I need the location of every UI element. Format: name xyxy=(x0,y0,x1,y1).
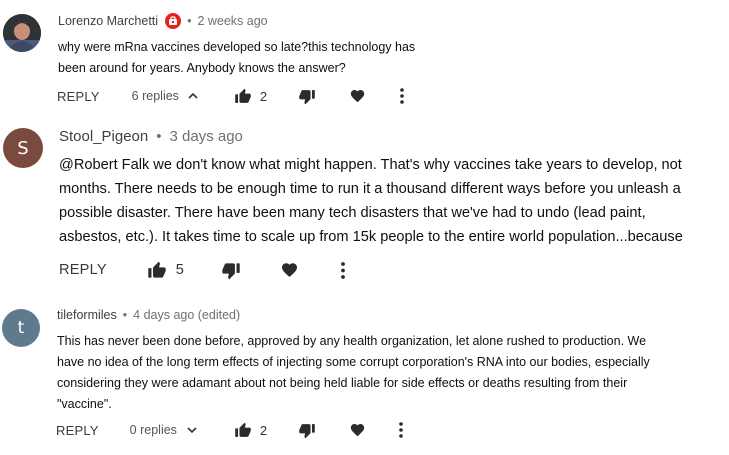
comment-3: t tileformiles • 4 days ago (edited) Thi… xyxy=(0,295,729,455)
replies-count: 6 replies xyxy=(131,89,179,103)
comment-text-line: considering they were adamant about not … xyxy=(57,376,628,390)
chevron-down-icon xyxy=(187,426,197,434)
more-button[interactable] xyxy=(399,422,403,438)
comment-text: This has never been done before, approve… xyxy=(57,331,650,415)
view-replies-button[interactable]: 6 replies xyxy=(132,89,198,103)
dislike-button[interactable] xyxy=(221,261,241,280)
reply-button[interactable]: REPLY xyxy=(56,423,99,438)
avatar[interactable]: t xyxy=(2,309,40,347)
timestamp[interactable]: 4 days ago (edited) xyxy=(133,308,240,322)
more-vertical-icon xyxy=(400,88,404,104)
comment-text-line: "vaccine". xyxy=(57,397,112,411)
thumb-down-icon xyxy=(222,262,240,279)
reply-button[interactable]: REPLY xyxy=(57,89,100,104)
like-button[interactable]: 5 xyxy=(147,261,184,280)
comment-header: Lorenzo Marchetti • 2 weeks ago xyxy=(58,13,268,29)
comment-text: @Robert Falk we don't know what might ha… xyxy=(59,153,683,249)
separator-dot: • xyxy=(122,308,128,322)
comment-text-line: possible disaster. There have been many … xyxy=(59,205,646,221)
comment-actions: REPLY 6 replies 2 xyxy=(57,87,404,105)
separator-dot: • xyxy=(187,14,192,28)
heart-icon xyxy=(281,263,297,278)
comment-actions: REPLY 0 replies 2 xyxy=(56,421,403,439)
timestamp[interactable]: 3 days ago xyxy=(170,128,243,145)
comment-2: S Stool_Pigeon • 3 days ago @Robert Falk… xyxy=(0,115,729,295)
profile-photo xyxy=(3,14,41,52)
timestamp[interactable]: 2 weeks ago xyxy=(197,14,267,28)
comment-text-line: asbestos, etc.). It takes time to scale … xyxy=(59,229,683,245)
like-button[interactable]: 2 xyxy=(234,422,267,439)
thumb-down-icon xyxy=(299,89,315,104)
comment-text-line: @Robert Falk we don't know what might ha… xyxy=(59,157,682,173)
author-name[interactable]: Lorenzo Marchetti xyxy=(58,14,158,28)
more-vertical-icon xyxy=(341,261,345,279)
like-count: 5 xyxy=(175,262,184,278)
heart-button[interactable] xyxy=(280,261,299,279)
author-name[interactable]: tileformiles xyxy=(57,308,117,322)
more-vertical-icon xyxy=(399,422,403,438)
heart-icon xyxy=(350,90,365,103)
thumb-up-icon xyxy=(148,261,166,278)
comment-text-line: months. There needs to be enough time to… xyxy=(59,181,681,197)
thumb-up-icon xyxy=(235,88,251,103)
more-button[interactable] xyxy=(400,88,404,104)
like-button[interactable]: 2 xyxy=(234,88,267,105)
replies-count: 0 replies xyxy=(129,423,177,437)
reply-button[interactable]: REPLY xyxy=(59,262,107,278)
dislike-button[interactable] xyxy=(298,88,316,105)
heart-button[interactable] xyxy=(349,88,366,104)
avatar[interactable] xyxy=(3,14,41,52)
more-button[interactable] xyxy=(341,261,345,279)
author-name[interactable]: Stool_Pigeon xyxy=(59,128,148,145)
avatar-letter: t xyxy=(17,318,25,338)
comment-header: Stool_Pigeon • 3 days ago xyxy=(59,128,243,145)
like-count: 2 xyxy=(259,422,268,438)
channel-badge-icon xyxy=(165,13,182,29)
comment-1: Lorenzo Marchetti • 2 weeks ago why were… xyxy=(0,0,729,115)
chevron-up-icon xyxy=(188,92,198,100)
like-count: 2 xyxy=(259,88,268,104)
heart-button[interactable] xyxy=(349,422,366,438)
separator-dot: • xyxy=(156,128,162,145)
dislike-button[interactable] xyxy=(298,422,316,439)
heart-icon xyxy=(350,424,365,437)
comment-text-line: This has never been done before, approve… xyxy=(57,334,647,348)
avatar[interactable]: S xyxy=(3,128,43,168)
comment-text-line: have no idea of the long term effects of… xyxy=(57,355,650,369)
comment-text-line: been around for years. Anybody knows the… xyxy=(58,61,346,75)
comment-text: why were mRna vaccines developed so late… xyxy=(58,37,415,79)
comment-text-line: why were mRna vaccines developed so late… xyxy=(58,40,416,54)
avatar-letter: S xyxy=(17,137,29,159)
comment-header: tileformiles • 4 days ago (edited) xyxy=(57,308,240,322)
view-replies-button[interactable]: 0 replies xyxy=(130,423,197,437)
thumb-up-icon xyxy=(235,422,251,437)
comment-actions: REPLY 5 xyxy=(59,260,345,280)
thumb-down-icon xyxy=(299,423,315,438)
